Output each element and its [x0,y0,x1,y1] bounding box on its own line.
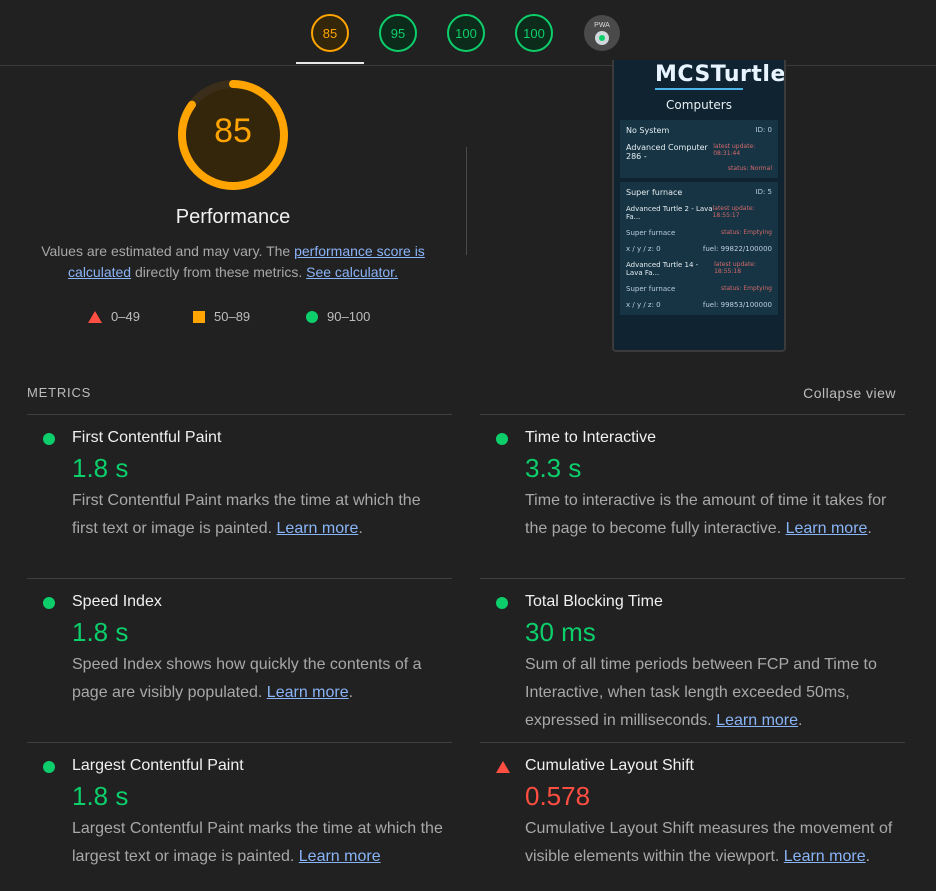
pass-circle-icon [43,597,55,609]
thumbnail-subtitle: Computers [666,98,732,112]
turtle1-update: latest update: 18:55:17 [712,205,755,219]
metric-value: 30 ms [525,617,596,647]
metric-desc-text: Largest Contentful Paint marks the time … [72,820,443,865]
metric-desc-text: Sum of all time periods between FCP and … [525,656,877,729]
learn-more-link[interactable]: Learn more [784,848,866,865]
card1-update: latest update: 08:31:44 [713,143,756,157]
turtle2-update: latest update: 18:55:18 [714,261,757,275]
metric-title: Largest Contentful Paint [72,757,244,774]
vertical-divider [466,147,467,255]
metric-value: 1.8 s [72,781,129,811]
gauge-pwa[interactable]: PWA [584,15,620,51]
gauge-accessibility-score: 95 [390,25,406,41]
learn-more-link[interactable]: Learn more [786,520,868,537]
metric-title: First Contentful Paint [72,429,222,446]
desc-prefix: Values are estimated and may vary. The [41,243,295,259]
gauge-seo[interactable]: 100 [515,14,553,52]
metric-fcp: First Contentful Paint 1.8 s First Conte… [27,414,452,579]
turtle2-status: status: Emptying [721,285,772,292]
pass-circle-icon [496,597,508,609]
metrics-heading: METRICS [27,385,92,400]
metric-value: 1.8 s [72,617,129,647]
turtle1-sub: Super furnace [626,229,676,237]
thumbnail-card-super-furnace: Super furnace ID: 5 Advanced Turtle 2 - L… [620,182,778,315]
pwa-label: PWA [594,21,610,29]
turtle1-fuel: fuel: 99822/100000 [702,245,772,253]
gauge-accessibility[interactable]: 95 [379,14,417,52]
pass-circle-icon [306,310,318,323]
metric-speed-index: Speed Index 1.8 s Speed Index shows how … [27,578,452,743]
legend-pass: 90–100 [306,309,370,324]
metric-description: Sum of all time periods between FCP and … [525,656,877,729]
turtle2-fuel: fuel: 99853/100000 [702,301,772,309]
gauge-best-practices-score: 100 [455,25,477,41]
metric-desc-text: Speed Index shows how quickly the conten… [72,656,422,701]
metric-tbt: Total Blocking Time 30 ms Sum of all tim… [480,578,905,743]
card1-id: ID: 0 [755,126,773,134]
performance-score: 85 [214,112,252,150]
pass-circle-icon [43,761,55,773]
pwa-badge-icon [595,30,609,45]
learn-more-link[interactable]: Learn more [716,712,798,729]
page-screenshot-thumbnail: MCSTurtle Computers No System ID: 0 Advan… [612,60,786,352]
see-calculator-link[interactable]: See calculator. [306,264,398,280]
pass-circle-icon [43,433,55,445]
metric-title: Total Blocking Time [525,593,663,610]
turtle2-name: Advanced Turtle 14 - Lava Fa... [626,261,699,277]
learn-more-link[interactable]: Learn more [277,520,359,537]
turtle1-coords: x / y / z: 0 [626,245,661,253]
fail-triangle-icon [88,310,102,323]
legend-fail: 0–49 [88,309,140,324]
gauge-performance-score: 85 [322,25,338,41]
gauge-best-practices[interactable]: 100 [447,14,485,52]
card1-name: No System [626,126,670,135]
active-tab-indicator [296,62,364,64]
metric-title: Cumulative Layout Shift [525,757,694,774]
metric-title: Speed Index [72,593,162,610]
metric-cls: Cumulative Layout Shift 0.578 Cumulative… [480,742,905,891]
metric-value: 1.8 s [72,453,129,483]
legend-pass-label: 90–100 [327,309,371,324]
metric-desc-text: First Contentful Paint marks the time at… [72,492,421,537]
metric-value: 3.3 s [525,453,582,483]
metric-value: 0.578 [525,781,591,811]
metric-description: First Contentful Paint marks the time at… [72,492,421,537]
turtle2-sub: Super furnace [626,285,676,293]
metric-description: Time to interactive is the amount of tim… [525,492,887,537]
thumbnail-card-no-system: No System ID: 0 Advanced Computer 286 - la… [620,120,778,178]
desc-middle: directly from these metrics. [131,264,307,280]
thumbnail-logo: MCSTurtle [655,62,784,90]
card2-id: ID: 5 [755,188,773,196]
legend-average: 50–89 [193,309,250,324]
metric-description: Speed Index shows how quickly the conten… [72,656,422,701]
metric-title: Time to Interactive [525,429,657,446]
legend-fail-label: 0–49 [111,309,140,324]
gauge-performance[interactable]: 85 [311,14,349,52]
category-gauge-bar: 85 95 100 100 PWA [0,0,936,66]
metric-description: Cumulative Layout Shift measures the mov… [525,820,893,865]
turtle1-status: status: Emptying [721,229,772,236]
turtle2-coords: x / y / z: 0 [626,301,661,309]
turtle1-name: Advanced Turtle 2 - Lava Fa... [626,205,713,221]
metric-description: Largest Contentful Paint marks the time … [72,815,447,871]
metric-lcp: Largest Contentful Paint 1.8 s Largest C… [27,742,452,891]
legend-average-label: 50–89 [214,309,251,324]
gauge-seo-score: 100 [523,25,545,41]
collapse-view-button[interactable]: Collapse view [803,385,896,401]
learn-more-link[interactable]: Learn more [299,848,381,865]
card1-computer: Advanced Computer 286 - [626,143,708,161]
performance-description: Values are estimated and may vary. The p… [30,241,436,283]
learn-more-link[interactable]: Learn more [267,684,349,701]
metric-tti: Time to Interactive 3.3 s Time to intera… [480,414,905,579]
fail-triangle-icon [496,761,510,773]
card1-status: status: Normal [727,165,772,172]
average-square-icon [193,310,205,323]
pass-circle-icon [496,433,508,445]
performance-title: Performance [175,206,291,228]
card2-name: Super furnace [626,188,683,197]
